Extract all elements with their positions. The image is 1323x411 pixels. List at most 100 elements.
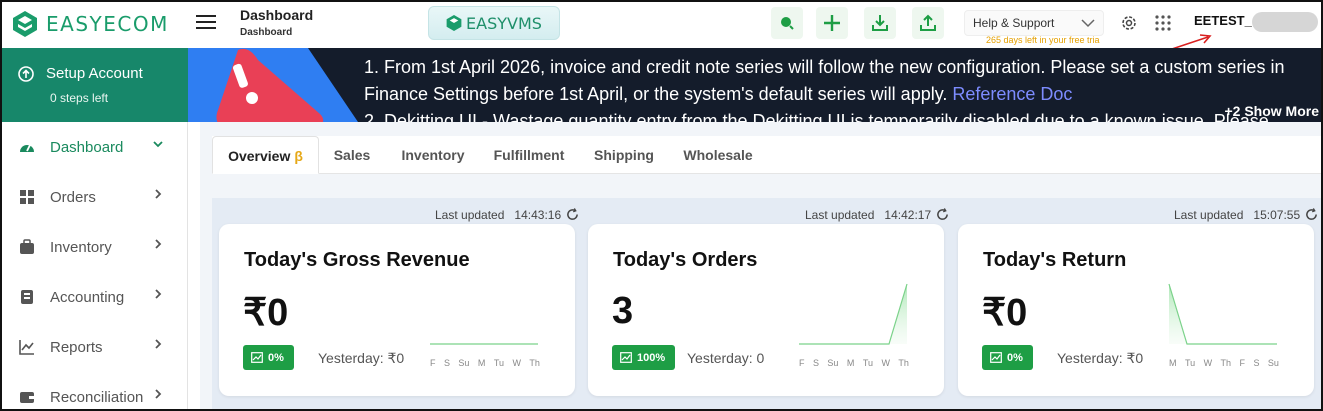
sidebar-item-orders[interactable]: Orders [0,172,188,222]
briefcase-icon [18,238,36,256]
sparkline-day-label: F [1239,358,1246,368]
easyvms-logo-icon [446,15,462,31]
show-more-button[interactable]: +2 Show More [1224,103,1319,119]
sparkline-days: M Tu W Th F S Su [1169,358,1279,368]
ledger-icon [18,288,36,306]
sidebar-item-dashboard[interactable]: Dashboard [0,122,188,172]
chevron-right-icon [155,289,162,299]
sparkline-day-label: F [430,358,436,368]
percent-change: 0% [268,351,284,364]
chevron-right-icon [155,189,162,199]
trend-chart-icon [990,352,1002,363]
search-icon [781,17,794,30]
banner-message: 1. From 1st April 2026, invoice and cred… [364,54,1323,122]
sparkline-days: F S Su M Tu W Th [430,358,540,368]
chevron-down-icon [153,141,163,148]
grid-icon [18,188,36,206]
sparkline-day-label: Th [1220,358,1232,368]
sparkline-line [1168,283,1277,345]
card-value: 3 [612,290,634,332]
sidebar-item-inventory[interactable]: Inventory [0,222,188,272]
sidebar-item-label: Orders [50,188,96,206]
sparkline-day-label: M [477,358,486,368]
card-value: ₹0 [243,292,289,334]
brand-logo[interactable]: EASYECOM [0,0,188,48]
sparkline-day-label: S [1253,358,1260,368]
sparkline-day-label: W [512,358,521,368]
yesterday-value: Yesterday: 0 [687,350,765,366]
card-title: Today's Gross Revenue [244,249,470,271]
sidebar-item-reconciliation[interactable]: Reconciliation [0,372,188,411]
sidebar-item-reports[interactable]: Reports [0,322,188,372]
sparkline-area [1169,284,1277,344]
download-button[interactable] [864,7,896,39]
dashboard-tabs: Overview β Sales Inventory Fulfillment Sh… [212,136,1323,174]
sparkline-day-label: W [881,358,890,368]
last-updated-time: 14:42:17 [884,208,932,222]
tab-sales[interactable]: Sales [327,136,377,174]
tab-fulfillment[interactable]: Fulfillment [492,136,566,174]
easyecom-logo-icon [13,11,37,37]
last-updated-label: Last updated [805,208,875,222]
speedometer-icon [18,138,36,156]
sparkline-day-label: Tu [862,358,874,368]
chevron-right-icon [155,239,162,249]
sidebar-item-label: Accounting [50,288,125,306]
tab-label: Overview [228,148,291,164]
tab-shipping[interactable]: Shipping [592,136,656,174]
easyvms-label: EASYVMS [466,13,542,33]
sparkline-day-label: M [1169,358,1177,368]
hamburger-menu-icon[interactable] [196,14,216,30]
percent-change-badge: 0% [243,345,294,370]
tab-overview[interactable]: Overview β [212,136,319,174]
sparkline-day-label: F [799,358,805,368]
easyvms-button[interactable]: EASYVMS [428,6,560,40]
gross-revenue-card[interactable]: Today's Gross Revenue ₹0 0% Yesterday: ₹… [219,224,575,396]
last-updated-return: Last updated 15:07:55 [1174,208,1318,222]
refresh-icon[interactable] [1305,208,1318,221]
announcement-banner: 1. From 1st April 2026, invoice and cred… [188,48,1323,122]
setup-account-title: Setup Account [46,65,143,82]
sidebar: EASYECOM Setup Account 0 steps left Dash… [0,0,188,411]
top-header: Dashboard Dashboard EASYVMS Help & Suppo… [188,0,1323,52]
refresh-icon[interactable] [936,208,949,221]
chevron-right-icon [155,389,162,399]
tab-inventory[interactable]: Inventory [398,136,468,174]
refresh-icon[interactable] [566,208,579,221]
sidebar-item-accounting[interactable]: Accounting [0,272,188,322]
search-button[interactable] [771,7,803,39]
sparkline-days: F S Su M Tu W Th [799,358,909,368]
tab-wholesale[interactable]: Wholesale [682,136,754,174]
add-button[interactable] [816,7,848,39]
brand-name: EASYECOM [46,12,169,36]
gear-icon[interactable] [1120,14,1138,32]
sparkline-day-label: Tu [1184,358,1196,368]
upload-icon [920,14,936,31]
help-support-dropdown[interactable]: Help & Support [964,10,1104,36]
trend-chart-icon [251,352,263,363]
banner-line-1: 1. From 1st April 2026, invoice and cred… [364,57,1285,104]
setup-account-panel[interactable]: Setup Account 0 steps left [0,48,188,122]
redacted-user-suffix [1252,12,1318,32]
breadcrumb[interactable]: Dashboard [240,27,292,38]
last-updated-orders: Last updated 14:42:17 [805,208,949,222]
download-icon [872,15,888,31]
dashboard-main: Overview β Sales Inventory Fulfillment Sh… [200,122,1323,411]
upload-button[interactable] [912,7,944,39]
sidebar-item-label: Inventory [50,238,112,256]
user-account-name[interactable]: EETEST_ [1194,13,1252,28]
reference-doc-link[interactable]: Reference Doc [952,84,1072,104]
sidebar-item-label: Reconciliation [50,388,144,406]
returns-card[interactable]: Today's Return ₹0 0% Yesterday: ₹0 M Tu W T… [958,224,1314,396]
last-updated-revenue: Last updated 14:43:16 [435,208,579,222]
apps-grid-icon[interactable] [1154,14,1172,32]
help-support-label: Help & Support [973,16,1055,30]
banner-line-2: 2. Dekitting UI - Wastage quantity entry… [364,111,1269,122]
chevron-right-icon [155,339,162,349]
yesterday-value: Yesterday: ₹0 [1057,350,1144,366]
card-title: Today's Return [983,249,1127,271]
orders-card[interactable]: Today's Orders 3 100% Yesterday: 0 F S Su M… [588,224,944,396]
card-value: ₹0 [982,292,1028,334]
plus-icon [824,15,840,31]
percent-change: 100% [637,351,666,364]
